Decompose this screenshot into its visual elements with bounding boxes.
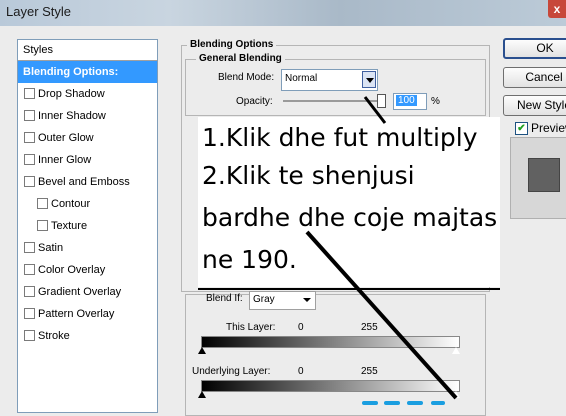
opacity-unit: % — [431, 96, 440, 107]
general-blending-title: General Blending — [196, 53, 285, 64]
this-layer-black-thumb[interactable] — [198, 347, 206, 354]
window-title: Layer Style — [6, 4, 72, 19]
preview-swatch — [528, 158, 560, 192]
this-layer-gradient[interactable] — [201, 336, 460, 348]
blend-mode-label: Blend Mode: — [218, 72, 275, 83]
style-item[interactable]: Pattern Overlay — [18, 303, 157, 325]
style-item-label: Inner Glow — [38, 154, 92, 166]
style-checkbox[interactable] — [24, 154, 35, 165]
style-item[interactable]: Blending Options: Default — [18, 61, 157, 100]
preview-thumbnail — [510, 137, 566, 219]
blend-if-group — [185, 294, 486, 416]
opacity-label: Opacity: — [236, 96, 273, 107]
style-checkbox[interactable] — [24, 330, 35, 341]
styles-header: Styles — [18, 40, 157, 61]
underlying-low-value: 0 — [298, 366, 304, 377]
this-layer-low-value: 0 — [298, 322, 304, 333]
style-item[interactable]: Contour — [18, 193, 157, 215]
preview-label: Preview — [531, 121, 566, 135]
style-item[interactable]: Bevel and Emboss — [18, 171, 157, 193]
this-layer-label: This Layer: — [226, 322, 276, 333]
style-checkbox[interactable] — [37, 198, 48, 209]
style-checkbox[interactable] — [24, 286, 35, 297]
blend-mode-value: Normal — [285, 73, 318, 84]
style-item[interactable]: Texture — [18, 215, 157, 237]
blend-if-channel-value: Gray — [253, 294, 275, 305]
ok-button[interactable]: OK — [503, 38, 566, 59]
style-item[interactable]: Satin — [18, 237, 157, 259]
note-underline — [198, 288, 500, 290]
style-checkbox[interactable] — [24, 110, 35, 121]
note-line-4: ne 190. — [202, 245, 297, 274]
style-item-label: Drop Shadow — [38, 88, 105, 100]
style-checkbox[interactable] — [37, 220, 48, 231]
opacity-value: 100 — [396, 95, 417, 106]
style-item-label: Bevel and Emboss — [38, 176, 130, 188]
style-item-label: Stroke — [38, 330, 70, 342]
chevron-down-icon — [303, 298, 311, 302]
new-style-button[interactable]: New Style — [503, 95, 566, 116]
note-line-3: bardhe dhe coje majtas — [202, 203, 498, 232]
note-line-1: 1.Klik dhe fut multiply — [202, 123, 478, 152]
style-item[interactable]: Gradient Overlay — [18, 281, 157, 303]
styles-list: Styles Blending Options: Default Drop Sha… — [17, 39, 158, 413]
chevron-down-icon[interactable] — [362, 71, 376, 88]
style-checkbox[interactable] — [24, 264, 35, 275]
this-layer-high-value: 255 — [361, 322, 378, 333]
this-layer-white-thumb[interactable] — [451, 346, 461, 355]
underlying-white-thumb[interactable] — [451, 390, 461, 399]
style-item-label: Color Overlay — [38, 264, 106, 276]
blend-if-channel-select[interactable]: Gray — [249, 291, 316, 310]
underlying-black-thumb[interactable] — [198, 391, 206, 398]
underlying-high-value: 255 — [361, 366, 378, 377]
opacity-input[interactable]: 100 — [393, 93, 427, 110]
opacity-slider-track[interactable] — [283, 100, 383, 102]
style-checkbox[interactable] — [24, 242, 35, 253]
style-item-label: Gradient Overlay — [38, 286, 122, 298]
blend-mode-select[interactable]: Normal — [281, 69, 378, 91]
style-item-label: Pattern Overlay — [38, 308, 115, 320]
style-item-label: Inner Shadow — [38, 110, 106, 122]
opacity-slider-thumb[interactable] — [377, 94, 386, 108]
style-checkbox[interactable] — [24, 176, 35, 187]
blend-if-label: Blend If: — [206, 293, 243, 304]
style-item[interactable]: Color Overlay — [18, 259, 157, 281]
style-item-label: Satin — [38, 242, 64, 254]
style-item-label: Contour — [51, 198, 91, 210]
note-line-2: 2.Klik te shenjusi — [202, 161, 415, 190]
style-item[interactable]: Stroke — [18, 325, 157, 347]
style-item[interactable]: Outer Glow — [18, 127, 157, 149]
style-item[interactable]: Inner Glow — [18, 149, 157, 171]
instruction-note: 1.Klik dhe fut multiply 2.Klik te shenju… — [198, 117, 500, 287]
style-item[interactable]: Inner Shadow — [18, 105, 157, 127]
close-button[interactable]: x — [548, 0, 566, 18]
style-item-label: Outer Glow — [38, 132, 94, 144]
cancel-button[interactable]: Cancel — [503, 67, 566, 88]
style-checkbox[interactable] — [24, 308, 35, 319]
style-checkbox[interactable] — [24, 132, 35, 143]
title-bar: Layer Style x — [0, 0, 566, 26]
underlying-layer-label: Underlying Layer: — [192, 366, 271, 377]
style-item-label: Texture — [51, 220, 88, 232]
style-checkbox[interactable] — [24, 88, 35, 99]
preview-checkbox[interactable]: ✔ — [515, 122, 528, 135]
blending-options-title: Blending Options — [187, 39, 277, 50]
underlying-layer-gradient[interactable] — [201, 380, 460, 392]
style-item[interactable]: Drop Shadow — [18, 83, 157, 105]
